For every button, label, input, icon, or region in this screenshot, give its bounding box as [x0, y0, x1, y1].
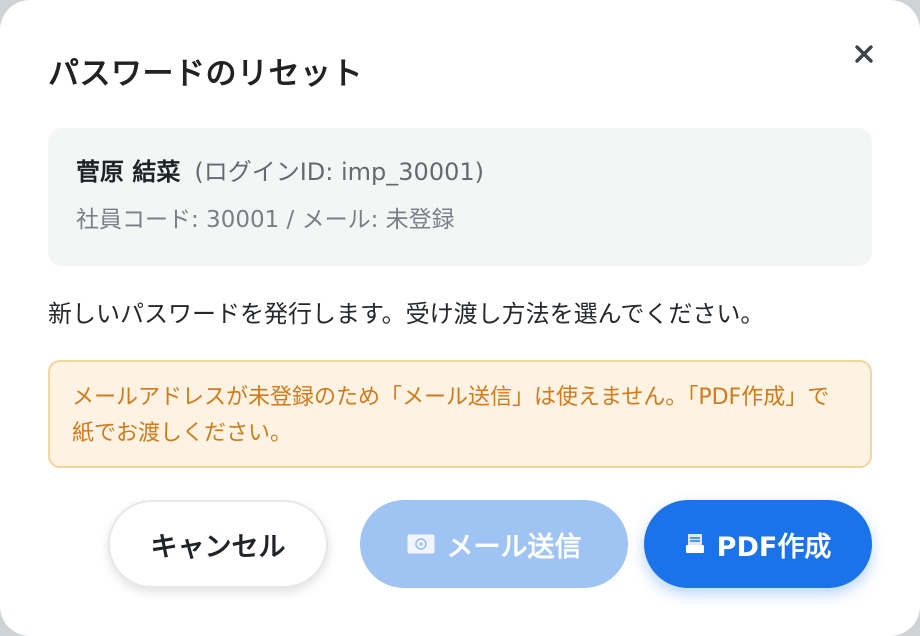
- send-mail-button-label: メール送信: [446, 531, 582, 563]
- document-icon: [685, 533, 705, 555]
- cancel-button[interactable]: キャンセル: [108, 500, 328, 588]
- user-details: 社員コード: 30001 / メール: 未登録: [76, 207, 455, 233]
- user-name: 菅原 結菜: [76, 158, 181, 186]
- user-identity: 菅原 結菜 (ログインID: imp_30001): [76, 154, 484, 190]
- password-reset-dialog: パスワードのリセット 菅原 結菜 (ログインID: imp_30001) 社員コー…: [0, 0, 920, 636]
- close-icon: [854, 44, 874, 68]
- create-pdf-button-label: PDF作成: [716, 531, 832, 563]
- cancel-button-label: キャンセル: [150, 531, 286, 563]
- warning-message: メールアドレスが未登録のため「メール送信」は使えません。「PDF作成」で紙でお渡…: [48, 360, 872, 468]
- user-info-card: 菅原 結菜 (ログインID: imp_30001) 社員コード: 30001 / …: [48, 128, 872, 266]
- create-pdf-button[interactable]: PDF作成: [644, 500, 872, 588]
- login-id: (ログインID: imp_30001): [194, 158, 484, 186]
- envelope-icon: [407, 534, 435, 554]
- close-button[interactable]: [846, 38, 882, 74]
- dialog-title: パスワードのリセット: [48, 56, 363, 92]
- send-mail-button[interactable]: メール送信: [360, 500, 628, 588]
- instruction-text: 新しいパスワードを発行します。受け渡し方法を選んでください。: [48, 300, 765, 328]
